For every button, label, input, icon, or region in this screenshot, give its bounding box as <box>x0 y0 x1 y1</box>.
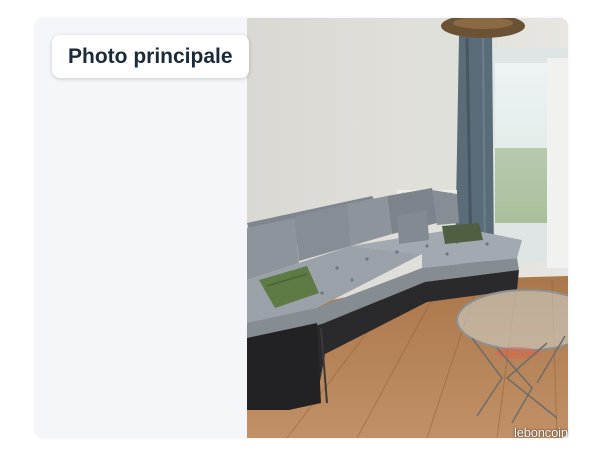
photo-card[interactable] <box>35 18 568 438</box>
leboncoin-watermark: leboncoin <box>514 425 568 440</box>
main-photo-badge: Photo principale <box>52 35 249 78</box>
photo-left-padding <box>35 18 247 438</box>
main-photo[interactable] <box>247 18 568 438</box>
living-room-photo <box>247 18 568 438</box>
